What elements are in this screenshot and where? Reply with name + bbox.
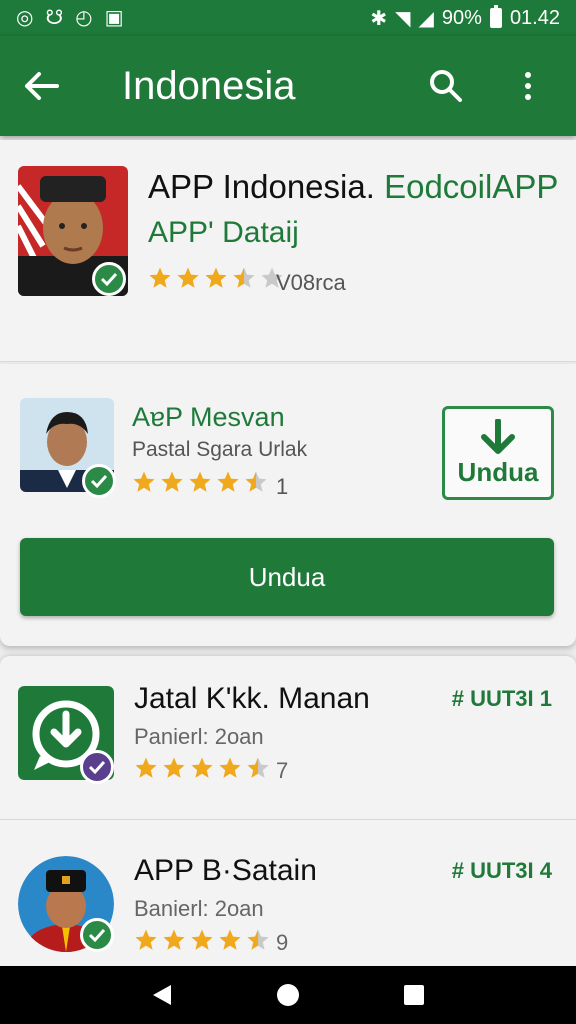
app-list: Jatal K'kk. Manan Panierl: 2oan 7 # UUT3… bbox=[0, 656, 576, 966]
promo-rating-stars bbox=[132, 470, 268, 494]
app-bar: Indonesia bbox=[0, 36, 576, 136]
arrow-left-icon bbox=[25, 72, 59, 100]
star-icon bbox=[149, 267, 171, 288]
list-item-stars bbox=[134, 928, 270, 952]
star-icon bbox=[219, 757, 241, 778]
search-button[interactable] bbox=[426, 66, 466, 106]
star-icon bbox=[135, 757, 157, 778]
star-icon bbox=[191, 929, 213, 950]
more-vert-icon bbox=[525, 72, 531, 100]
list-item-icon bbox=[18, 686, 114, 784]
install-icon-label: Undua bbox=[457, 456, 539, 487]
list-item-tag: # UUT3I 4 bbox=[451, 858, 552, 883]
battery-percent: 90% bbox=[441, 6, 482, 29]
star-icon bbox=[189, 471, 211, 492]
list-item-count: 9 bbox=[276, 930, 289, 955]
verified-badge-icon bbox=[80, 750, 114, 784]
featured-app-card[interactable]: APP Indonesia. EodcoilAPP APP' Dataij V0… bbox=[0, 140, 576, 362]
bluetooth-icon: ✱ bbox=[370, 7, 388, 30]
star-icon bbox=[191, 757, 213, 778]
featured-app-avatar bbox=[18, 166, 128, 296]
system-nav-bar bbox=[0, 966, 576, 1024]
star-icon bbox=[133, 471, 155, 492]
list-item-tag: # UUT3I 1 bbox=[451, 686, 552, 711]
install-icon-button[interactable]: Undua bbox=[442, 406, 554, 500]
star-icon bbox=[233, 267, 255, 288]
recents-nav-icon[interactable] bbox=[403, 984, 425, 1006]
search-icon bbox=[430, 70, 462, 102]
back-button[interactable] bbox=[0, 36, 82, 136]
promo-app-subtitle: Pastal Sgara Urlak bbox=[132, 438, 308, 461]
star-icon bbox=[247, 929, 269, 950]
star-icon bbox=[163, 929, 185, 950]
star-icon bbox=[205, 267, 227, 288]
system-icons: ✱ ◥ ◢ 90% 01.42 bbox=[370, 5, 560, 31]
star-icon bbox=[217, 471, 239, 492]
star-icon bbox=[247, 757, 269, 778]
whatsapp-icon: ◎ bbox=[16, 7, 34, 29]
more-options-button[interactable] bbox=[508, 66, 548, 106]
featured-rating-label: V08rca bbox=[276, 270, 346, 295]
featured-app-subtitle: APP' Dataij bbox=[148, 216, 299, 249]
back-nav-icon[interactable] bbox=[151, 983, 173, 1007]
verified-badge-icon bbox=[80, 918, 114, 952]
promo-app-title: AɐP Mesvan bbox=[132, 402, 285, 432]
verified-badge-icon bbox=[92, 262, 126, 296]
list-item-title: APP B·Satain bbox=[134, 854, 317, 887]
list-item-stars bbox=[134, 756, 270, 780]
star-icon bbox=[135, 929, 157, 950]
featured-title-accent: EodcoilAPP bbox=[384, 168, 559, 205]
home-nav-icon[interactable] bbox=[276, 983, 300, 1007]
alarm-icon: ◴ bbox=[75, 7, 93, 29]
list-item[interactable]: APP B·Satain Banierl: 2oan 9 # UUT3I 4 bbox=[0, 822, 576, 986]
promo-rating-count: 1 bbox=[276, 474, 289, 499]
download-arrow-icon bbox=[481, 418, 515, 454]
promo-app-card: AɐP Mesvan Pastal Sgara Urlak 1 Undua Un… bbox=[0, 364, 576, 646]
list-item-subtitle: Banierl: 2oan bbox=[134, 896, 264, 921]
star-icon bbox=[163, 757, 185, 778]
list-item-title: Jatal K'kk. Manan bbox=[134, 682, 370, 715]
star-icon bbox=[161, 471, 183, 492]
gallery-icon: ▣ bbox=[104, 7, 124, 29]
wifi-icon: ◥ bbox=[395, 7, 411, 30]
list-item-count: 7 bbox=[276, 758, 289, 783]
signal-icon: ◢ bbox=[418, 7, 434, 30]
status-bar: ◎ ☋ ◴ ▣ ✱ ◥ ◢ 90% 01.42 bbox=[0, 0, 576, 36]
list-item[interactable]: Jatal K'kk. Manan Panierl: 2oan 7 # UUT3… bbox=[0, 656, 576, 820]
page-title: Indonesia bbox=[122, 63, 296, 108]
clock: 01.42 bbox=[509, 6, 560, 29]
star-icon bbox=[219, 929, 241, 950]
star-icon bbox=[177, 267, 199, 288]
install-button[interactable]: Undua bbox=[20, 538, 554, 616]
featured-app-title: APP Indonesia. EodcoilAPP bbox=[148, 168, 558, 206]
notification-icons: ◎ ☋ ◴ ▣ bbox=[16, 8, 124, 28]
featured-rating-stars bbox=[148, 266, 284, 290]
star-icon bbox=[245, 471, 267, 492]
battery-icon bbox=[489, 5, 502, 28]
list-item-icon bbox=[18, 856, 114, 952]
verified-badge-icon bbox=[82, 464, 116, 498]
list-item-subtitle: Panierl: 2oan bbox=[134, 724, 264, 749]
featured-title-main: APP Indonesia. bbox=[148, 168, 375, 205]
notification-icon: ☋ bbox=[45, 7, 64, 29]
promo-app-avatar bbox=[20, 398, 116, 498]
